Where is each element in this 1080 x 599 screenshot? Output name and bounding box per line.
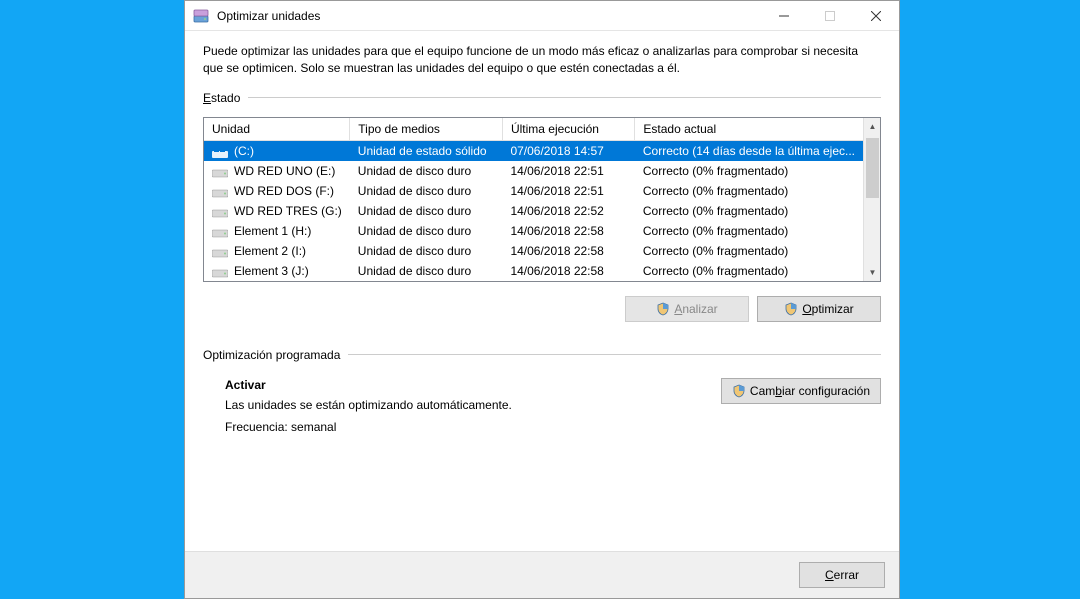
cell-media: Unidad de disco duro <box>350 181 503 201</box>
cell-state: Correcto (0% fragmentado) <box>635 181 863 201</box>
change-settings-button[interactable]: Cambiar configuración <box>721 378 881 404</box>
description-text: Puede optimizar las unidades para que el… <box>203 43 881 77</box>
maximize-button[interactable] <box>807 1 853 31</box>
drive-icon <box>212 165 228 177</box>
cell-state: Correcto (0% fragmentado) <box>635 241 863 261</box>
scroll-thumb[interactable] <box>866 138 879 198</box>
close-dialog-button[interactable]: Cerrar <box>799 562 885 588</box>
cell-state: Correcto (14 días desde la última ejec..… <box>635 140 863 161</box>
scroll-up-icon[interactable]: ▲ <box>864 118 881 135</box>
table-row[interactable]: WD RED DOS (F:)Unidad de disco duro14/06… <box>204 181 863 201</box>
drives-table[interactable]: Unidad Tipo de medios Última ejecución E… <box>204 118 863 281</box>
col-header-unit[interactable]: Unidad <box>204 118 350 141</box>
scheduled-description: Las unidades se están optimizando automá… <box>225 398 721 412</box>
table-row[interactable]: WD RED TRES (G:)Unidad de disco duro14/0… <box>204 201 863 221</box>
cell-media: Unidad de disco duro <box>350 241 503 261</box>
optimize-drives-window: Optimizar unidades Puede optimizar las u… <box>184 0 900 599</box>
cell-media: Unidad de estado sólido <box>350 140 503 161</box>
table-row[interactable]: Element 1 (H:)Unidad de disco duro14/06/… <box>204 221 863 241</box>
table-row[interactable]: WD RED UNO (E:)Unidad de disco duro14/06… <box>204 161 863 181</box>
minimize-button[interactable] <box>761 1 807 31</box>
cell-last: 07/06/2018 14:57 <box>502 140 634 161</box>
drive-icon <box>212 225 228 237</box>
close-button[interactable] <box>853 1 899 31</box>
col-header-state[interactable]: Estado actual <box>635 118 863 141</box>
cell-unit: WD RED UNO (E:) <box>204 161 350 181</box>
cell-unit: Element 1 (H:) <box>204 221 350 241</box>
bottom-bar: Cerrar <box>185 551 899 598</box>
analyze-button: Analizar <box>625 296 749 322</box>
cell-state: Correcto (0% fragmentado) <box>635 261 863 281</box>
titlebar[interactable]: Optimizar unidades <box>185 1 899 31</box>
cell-unit: Element 2 (I:) <box>204 241 350 261</box>
table-row[interactable]: Element 2 (I:)Unidad de disco duro14/06/… <box>204 241 863 261</box>
cell-state: Correcto (0% fragmentado) <box>635 161 863 181</box>
col-header-media[interactable]: Tipo de medios <box>350 118 503 141</box>
cell-media: Unidad de disco duro <box>350 201 503 221</box>
cell-media: Unidad de disco duro <box>350 261 503 281</box>
scheduled-frequency: Frecuencia: semanal <box>225 420 721 434</box>
cell-unit: WD RED DOS (F:) <box>204 181 350 201</box>
shield-icon <box>732 384 746 398</box>
optimize-button[interactable]: Optimizar <box>757 296 881 322</box>
drive-icon <box>212 205 228 217</box>
scheduled-section-header: Optimización programada <box>203 348 881 362</box>
cell-last: 14/06/2018 22:58 <box>502 241 634 261</box>
table-scrollbar[interactable]: ▲ ▼ <box>863 118 880 281</box>
window-title: Optimizar unidades <box>217 9 320 23</box>
cell-last: 14/06/2018 22:58 <box>502 221 634 241</box>
cell-media: Unidad de disco duro <box>350 161 503 181</box>
drive-icon <box>212 185 228 197</box>
drive-icon <box>212 145 228 157</box>
drives-table-container: Unidad Tipo de medios Última ejecución E… <box>203 117 881 282</box>
cell-last: 14/06/2018 22:51 <box>502 181 634 201</box>
cell-unit: WD RED TRES (G:) <box>204 201 350 221</box>
cell-state: Correcto (0% fragmentado) <box>635 221 863 241</box>
cell-media: Unidad de disco duro <box>350 221 503 241</box>
status-section-header: Estado <box>203 91 881 105</box>
table-header-row[interactable]: Unidad Tipo de medios Última ejecución E… <box>204 118 863 141</box>
shield-icon <box>656 302 670 316</box>
col-header-last[interactable]: Última ejecución <box>502 118 634 141</box>
table-row[interactable]: (C:)Unidad de estado sólido07/06/2018 14… <box>204 140 863 161</box>
cell-state: Correcto (0% fragmentado) <box>635 201 863 221</box>
cell-last: 14/06/2018 22:58 <box>502 261 634 281</box>
drive-icon <box>212 245 228 257</box>
cell-unit: (C:) <box>204 140 350 161</box>
scroll-down-icon[interactable]: ▼ <box>864 264 881 281</box>
table-row[interactable]: Element 3 (J:)Unidad de disco duro14/06/… <box>204 261 863 281</box>
app-icon <box>193 8 209 24</box>
cell-last: 14/06/2018 22:51 <box>502 161 634 181</box>
drive-icon <box>212 265 228 277</box>
cell-last: 14/06/2018 22:52 <box>502 201 634 221</box>
scheduled-activate-label: Activar <box>225 378 721 392</box>
shield-icon <box>784 302 798 316</box>
cell-unit: Element 3 (J:) <box>204 261 350 281</box>
